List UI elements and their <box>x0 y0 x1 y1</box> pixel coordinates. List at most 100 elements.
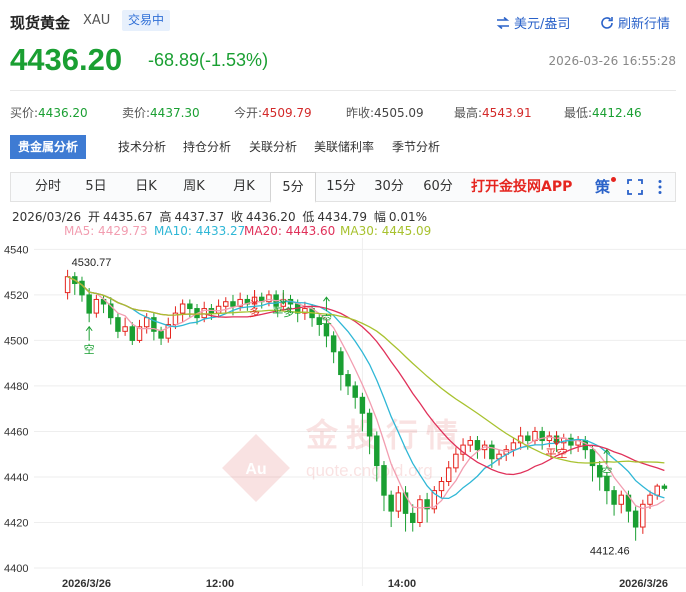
signal-marker: 空 <box>84 325 95 356</box>
candle-body <box>417 499 423 523</box>
watermark-logo-text: Au <box>245 461 266 478</box>
status-badge: 交易中 <box>122 10 171 31</box>
period-weekly[interactable]: 周K <box>171 173 217 201</box>
tab-correlation[interactable]: 关联分析 <box>249 135 297 159</box>
refresh-label: 刷新行情 <box>618 17 671 32</box>
candle-body <box>366 412 373 437</box>
period-15min[interactable]: 15分 <box>318 173 364 201</box>
y-tick-label: 4420 <box>4 517 28 529</box>
candle-body <box>618 494 624 505</box>
divider <box>10 90 676 91</box>
candle-body <box>345 374 351 387</box>
switch-arrows-icon <box>496 16 510 29</box>
candle-body <box>474 440 481 451</box>
candle-body <box>410 512 416 523</box>
quote-low: 最低:4412.46 <box>564 106 642 120</box>
page-title: 现货黄金 <box>10 14 71 32</box>
candle-body <box>187 303 193 310</box>
more-menu-icon[interactable] <box>657 179 663 195</box>
candle-body <box>381 465 387 496</box>
candle-body <box>266 294 272 303</box>
y-tick-label: 4520 <box>4 290 28 302</box>
signal-label: 平多 <box>272 305 294 319</box>
candle-body <box>654 485 660 496</box>
period-monthly[interactable]: 月K <box>219 173 269 201</box>
period-30min[interactable]: 30分 <box>366 173 412 201</box>
unit-label: 美元/盎司 <box>514 17 571 32</box>
x-tick-label: 12:00 <box>206 578 234 590</box>
max-price-label: 4530.77 <box>72 257 112 269</box>
candle-body <box>388 494 394 512</box>
candle-body <box>352 385 358 398</box>
candle-body <box>568 437 574 446</box>
candle-body <box>632 510 639 528</box>
period-60min[interactable]: 60分 <box>415 173 461 201</box>
candle-body <box>122 326 128 332</box>
candle-body <box>223 301 229 307</box>
candle-body <box>647 494 653 505</box>
tab-fed-rate[interactable]: 美联储利率 <box>314 135 374 159</box>
x-tick-label: 2026/3/26 <box>62 578 111 590</box>
candle-body <box>467 440 473 446</box>
quote-row: 买价:4436.20 卖价:4437.30 今开:4509.79 昨收:4505… <box>10 104 676 122</box>
candle-body <box>179 303 186 314</box>
candle-body <box>510 442 517 451</box>
candle-body <box>215 305 222 314</box>
candle-body <box>230 301 236 307</box>
fullscreen-icon[interactable] <box>627 179 643 195</box>
candle-body <box>115 317 121 332</box>
candle-body <box>86 294 92 314</box>
period-5min[interactable]: 5分 <box>270 172 316 203</box>
analysis-tabs: 贵金属分析 技术分析 持仓分析 关联分析 美联储利率 季节分析 <box>10 135 676 159</box>
quote-ask: 卖价:4437.30 <box>122 106 200 120</box>
open-app-link[interactable]: 打开金投网APP <box>471 173 572 201</box>
candle-body <box>525 435 531 442</box>
candle-body <box>374 435 380 467</box>
candle-body <box>438 481 445 492</box>
period-timeshare[interactable]: 分时 <box>25 173 71 201</box>
candle-body <box>338 351 344 376</box>
tab-seasonal[interactable]: 季节分析 <box>392 135 440 159</box>
signal-marker: 空 <box>321 296 332 326</box>
y-tick-label: 4460 <box>4 426 28 438</box>
candle-body <box>129 326 136 341</box>
quote-open: 今开:4509.79 <box>234 106 312 120</box>
candle-body <box>158 330 164 339</box>
period-5day[interactable]: 5日 <box>73 173 119 201</box>
signal-label: 平空 <box>546 446 568 460</box>
y-tick-label: 4500 <box>4 335 28 347</box>
candle-body <box>323 323 330 337</box>
signal-label: 多 <box>249 305 260 319</box>
period-daily[interactable]: 日K <box>123 173 169 201</box>
candle-body <box>445 467 452 483</box>
signal-label: 空 <box>84 342 95 356</box>
x-tick-label: 2026/3/26 <box>619 578 668 590</box>
y-tick-label: 4540 <box>4 244 28 256</box>
quote-time: 2026-03-26 16:55:28 <box>548 54 676 68</box>
min-price-label: 4412.46 <box>590 546 630 558</box>
candle-body <box>93 298 100 314</box>
refresh-icon <box>601 16 613 29</box>
y-tick-label: 4480 <box>4 381 28 393</box>
price-change: -68.89(-1.53%) <box>148 50 269 70</box>
candle-body <box>143 317 150 328</box>
signal-marker: 平空 <box>546 431 568 460</box>
last-price: 4436.20 <box>10 42 123 77</box>
candle-body <box>395 492 402 512</box>
candle-body <box>330 335 337 353</box>
price-row: 4436.20 -68.89(-1.53%) 2026-03-26 16:55:… <box>10 42 676 78</box>
tab-technical[interactable]: 技术分析 <box>118 135 166 159</box>
quote-high: 最高:4543.91 <box>454 106 532 120</box>
symbol-code: XAU <box>83 13 111 28</box>
candlestick-chart[interactable]: Au 金投行情 quote.cngold.org 空多 平多空平空空 454045… <box>0 234 686 592</box>
refresh-link[interactable]: 刷新行情 <box>600 13 670 32</box>
unit-switch-link[interactable]: 美元/盎司 <box>496 13 570 32</box>
candle-body <box>661 485 668 489</box>
signal-label: 空 <box>321 312 332 326</box>
candle-body <box>359 396 366 414</box>
tab-precious-metals[interactable]: 贵金属分析 <box>10 135 87 159</box>
y-tick-label: 4400 <box>4 563 28 575</box>
notification-dot <box>611 177 616 182</box>
tab-positions[interactable]: 持仓分析 <box>183 135 231 159</box>
strategy-button[interactable]: 策 <box>595 173 610 201</box>
